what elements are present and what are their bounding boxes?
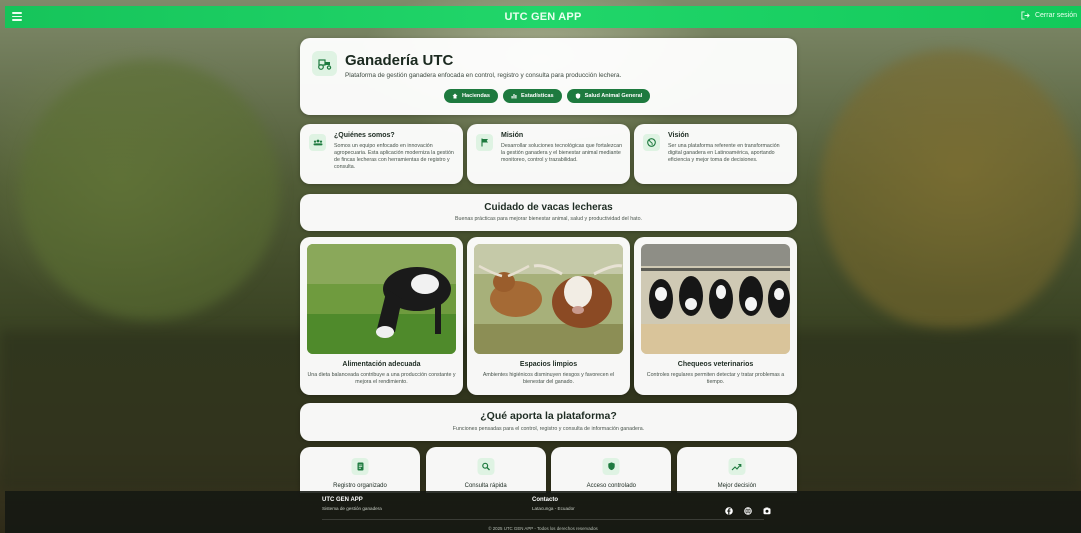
care-card-title: Alimentación adecuada [342, 361, 421, 368]
footer-contact-location: Latacunga - Ecuador [532, 506, 575, 511]
care-card-feeding: Alimentación adecuada Una dieta balancea… [300, 237, 463, 395]
logout-button[interactable]: Cerrar sesión [1021, 11, 1077, 20]
hero-card: Ganadería UTC Plataforma de gestión gana… [300, 38, 797, 115]
bar-chart-icon [511, 94, 517, 99]
search-icon [477, 458, 495, 475]
care-card-vet: Chequeos veterinarios Controles regulare… [634, 237, 797, 395]
about-title: ¿Quiénes somos? [334, 132, 395, 139]
salud-animal-button[interactable]: Salud Animal General [566, 89, 651, 103]
mission-text: Desarrollar soluciones tecnológicas que … [501, 143, 623, 163]
estadisticas-button[interactable]: Estadísticas [502, 89, 562, 103]
platform-subtitle: Funciones pensadas para el control, regi… [452, 426, 645, 432]
vision-card: Visión Ser una plataforma referente en t… [634, 124, 797, 184]
care-card-title: Chequeos veterinarios [677, 361, 754, 368]
footer-brand-subtitle: Sistema de gestión ganadera [322, 506, 382, 511]
globe-icon [643, 134, 660, 151]
app-title: UTC GEN APP [504, 11, 582, 23]
globe-icon[interactable] [744, 502, 752, 515]
footer: UTC GEN APP Sistema de gestión ganadera … [5, 491, 1081, 533]
feature-card-decision: Mejor decisión [676, 447, 797, 493]
main-content: Ganadería UTC Plataforma de gestión gana… [300, 38, 797, 493]
care-section-header: Cuidado de vacas lecheras Buenas práctic… [300, 194, 797, 231]
flag-icon [476, 134, 493, 151]
feature-card-consulta: Consulta rápida [425, 447, 546, 493]
feature-card-acceso: Acceso controlado [551, 447, 672, 493]
menu-icon[interactable] [12, 12, 22, 21]
care-subtitle: Buenas prácticas para mejorar bienestar … [455, 216, 642, 222]
mission-title: Misión [501, 132, 524, 139]
mission-card: Misión Desarrollar soluciones tecnológic… [467, 124, 630, 184]
feature-title: Consulta rápida [464, 483, 507, 489]
care-card-text: Ambientes higiénicos disminuyen riesgos … [482, 372, 615, 385]
social-links [725, 502, 771, 515]
shield-icon [575, 93, 580, 99]
footer-divider [322, 519, 764, 520]
logout-icon [1021, 11, 1030, 20]
page-title: Ganadería UTC [345, 52, 454, 69]
feature-card-registro: Registro organizado [300, 447, 420, 493]
grazing-cow-image [307, 244, 456, 354]
page-subtitle: Plataforma de gestión ganadera enfocada … [345, 72, 622, 79]
platform-section-header: ¿Qué aporta la plataforma? Funciones pen… [300, 403, 797, 441]
platform-title: ¿Qué aporta la plataforma? [480, 410, 617, 422]
care-card-text: Controles regulares permiten detectar y … [646, 372, 785, 385]
vision-text: Ser una plataforma referente en transfor… [668, 143, 780, 163]
feature-title: Acceso controlado [586, 483, 636, 489]
footer-brand: UTC GEN APP [322, 497, 363, 503]
cows-pasture-image [474, 244, 623, 354]
feature-title: Registro organizado [333, 483, 387, 489]
footer-contact-title: Contacto [532, 497, 558, 503]
about-card: ¿Quiénes somos? Somos un equipo enfocado… [300, 124, 463, 184]
logout-label: Cerrar sesión [1034, 12, 1077, 19]
about-text: Somos un equipo enfocado en innovación a… [334, 143, 454, 170]
care-card-title: Espacios limpios [519, 361, 578, 368]
vision-title: Visión [668, 132, 689, 139]
document-icon [351, 458, 369, 475]
care-card-text: Una dieta balanceada contribuye a una pr… [307, 372, 456, 385]
feature-title: Mejor decisión [717, 483, 757, 489]
footer-copyright: © 2025 UTC GEN APP - Todos los derechos … [488, 526, 598, 531]
tractor-icon [312, 51, 337, 76]
trending-up-icon [728, 458, 746, 475]
care-card-clean: Espacios limpios Ambientes higiénicos di… [467, 237, 630, 395]
shield-icon [602, 458, 620, 475]
cows-barn-image [641, 244, 790, 354]
instagram-icon[interactable] [763, 502, 771, 515]
home-icon [452, 93, 458, 99]
care-title: Cuidado de vacas lecheras [484, 202, 613, 213]
top-app-bar: UTC GEN APP Cerrar sesión [5, 6, 1081, 28]
haciendas-button[interactable]: Haciendas [444, 89, 498, 103]
facebook-icon[interactable] [725, 502, 733, 515]
group-icon [309, 134, 326, 151]
